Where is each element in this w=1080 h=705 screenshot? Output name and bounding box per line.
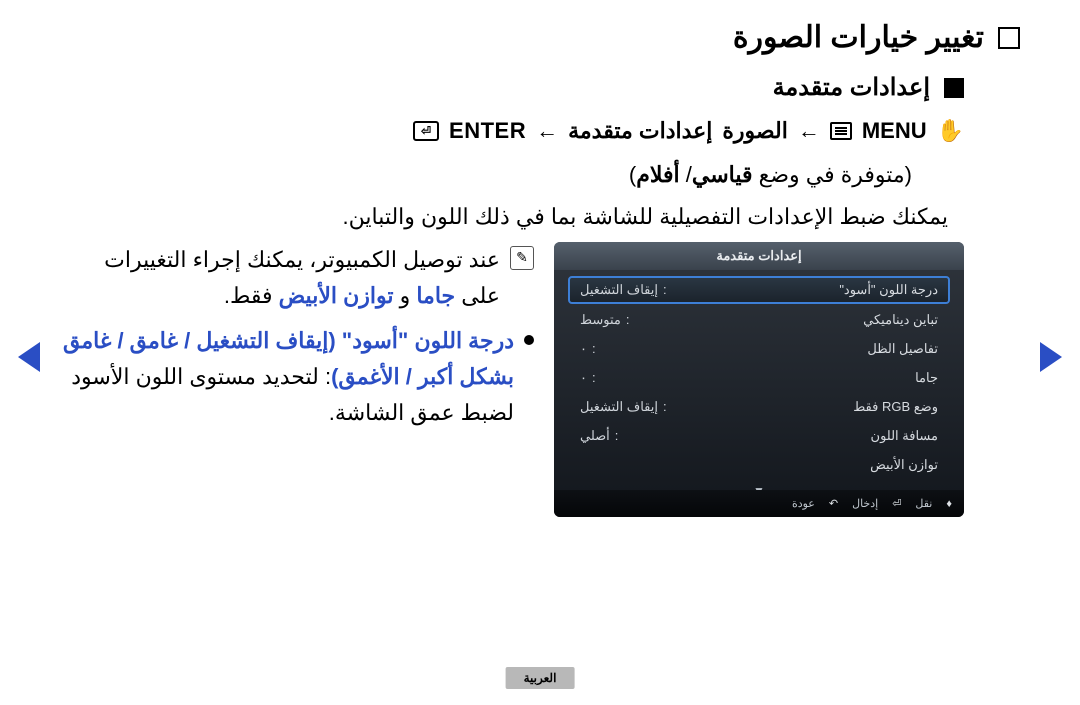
osd-label: تباين ديناميكي — [863, 312, 938, 328]
section-square-icon — [998, 27, 1020, 49]
page-title: تغيير خيارات الصورة — [733, 20, 984, 55]
mode-movie: أفلام — [636, 162, 679, 187]
osd-label: مسافة اللون — [871, 428, 938, 444]
menu-bars-icon — [830, 122, 852, 140]
osd-title: إعدادات متقدمة — [554, 242, 964, 270]
subsection-square-icon — [944, 78, 964, 98]
osd-value: :٠ — [580, 341, 601, 357]
osd-body: درجة اللون "أسود" :إيقاف التشغيل تباين د… — [554, 270, 964, 498]
nav-right-arrow[interactable] — [1040, 342, 1062, 372]
updown-icon: ♦ — [946, 498, 952, 510]
osd-label: وضع RGB فقط — [853, 399, 938, 415]
path-seg-advanced: إعدادات متقدمة — [568, 118, 712, 144]
hl-white-balance: توازن الأبيض — [279, 283, 394, 308]
enter-label: ENTER — [449, 118, 526, 144]
osd-value: :٠ — [580, 370, 601, 386]
osd-value: :متوسط — [580, 312, 634, 328]
arrow: ← — [798, 118, 820, 144]
footer-enter: إدخال — [852, 497, 878, 510]
osd-label: جاما — [915, 370, 938, 386]
osd-row[interactable]: مسافة اللون :أصلي — [568, 423, 950, 449]
arrow: ← — [536, 118, 558, 144]
path-seg-picture: الصورة — [722, 118, 787, 144]
mode-standard: قياسي — [692, 162, 753, 187]
osd-label: درجة اللون "أسود" — [839, 282, 938, 298]
description: يمكنك ضبط الإعدادات التفصيلية للشاشة بما… — [60, 204, 948, 230]
osd-label: تفاصيل الظل — [867, 341, 938, 357]
nav-left-arrow[interactable] — [18, 342, 40, 372]
bullet-dot-icon — [524, 335, 534, 345]
osd-value: :إيقاف التشغيل — [580, 282, 672, 298]
osd-row[interactable]: تفاصيل الظل :٠ — [568, 336, 950, 362]
osd-label: توازن الأبيض — [870, 457, 938, 473]
osd-value: :أصلي — [580, 428, 623, 444]
osd-row[interactable]: وضع RGB فقط :إيقاف التشغيل — [568, 394, 950, 420]
footer-return: عودة — [792, 497, 815, 510]
note-line2: على جاما و توازن الأبيض فقط. — [104, 278, 500, 314]
nav-path: ⏎ ENTER ← إعدادات متقدمة الصورة ← MENU ✋ — [60, 118, 964, 144]
bullet-item: درجة اللون "أسود" (إيقاف التشغيل / غامق … — [60, 323, 534, 432]
footer-move: نقل — [915, 497, 932, 510]
hand-tap-icon: ✋ — [937, 118, 964, 144]
enter-key-icon: ⏎ — [413, 121, 439, 141]
language-badge: العربية — [506, 667, 575, 689]
enter-small-icon: ⏎ — [892, 497, 901, 510]
note-icon: ✎ — [510, 246, 534, 270]
return-small-icon: ↶ — [829, 497, 838, 510]
subtitle: إعدادات متقدمة — [773, 73, 930, 102]
availability-note: (متوفرة في وضع قياسي/ أفلام) — [60, 162, 912, 188]
menu-label: MENU — [862, 118, 927, 144]
osd-row-selected[interactable]: درجة اللون "أسود" :إيقاف التشغيل — [568, 276, 950, 304]
note-line1: عند توصيل الكمبيوتر، يمكنك إجراء التغيير… — [104, 242, 500, 278]
osd-row[interactable]: تباين ديناميكي :متوسط — [568, 307, 950, 333]
osd-panel: إعدادات متقدمة درجة اللون "أسود" :إيقاف … — [554, 242, 964, 517]
note-block: ✎ عند توصيل الكمبيوتر، يمكنك إجراء التغي… — [60, 242, 534, 315]
subtitle-row: إعدادات متقدمة — [60, 73, 964, 102]
hl-gamma: جاما — [416, 283, 455, 308]
osd-row[interactable]: توازن الأبيض — [568, 452, 950, 478]
page-title-row: تغيير خيارات الصورة — [60, 20, 1020, 55]
osd-footer: ♦ نقل ⏎ إدخال ↶ عودة — [554, 490, 964, 517]
osd-row[interactable]: جاما :٠ — [568, 365, 950, 391]
osd-value: :إيقاف التشغيل — [580, 399, 672, 415]
